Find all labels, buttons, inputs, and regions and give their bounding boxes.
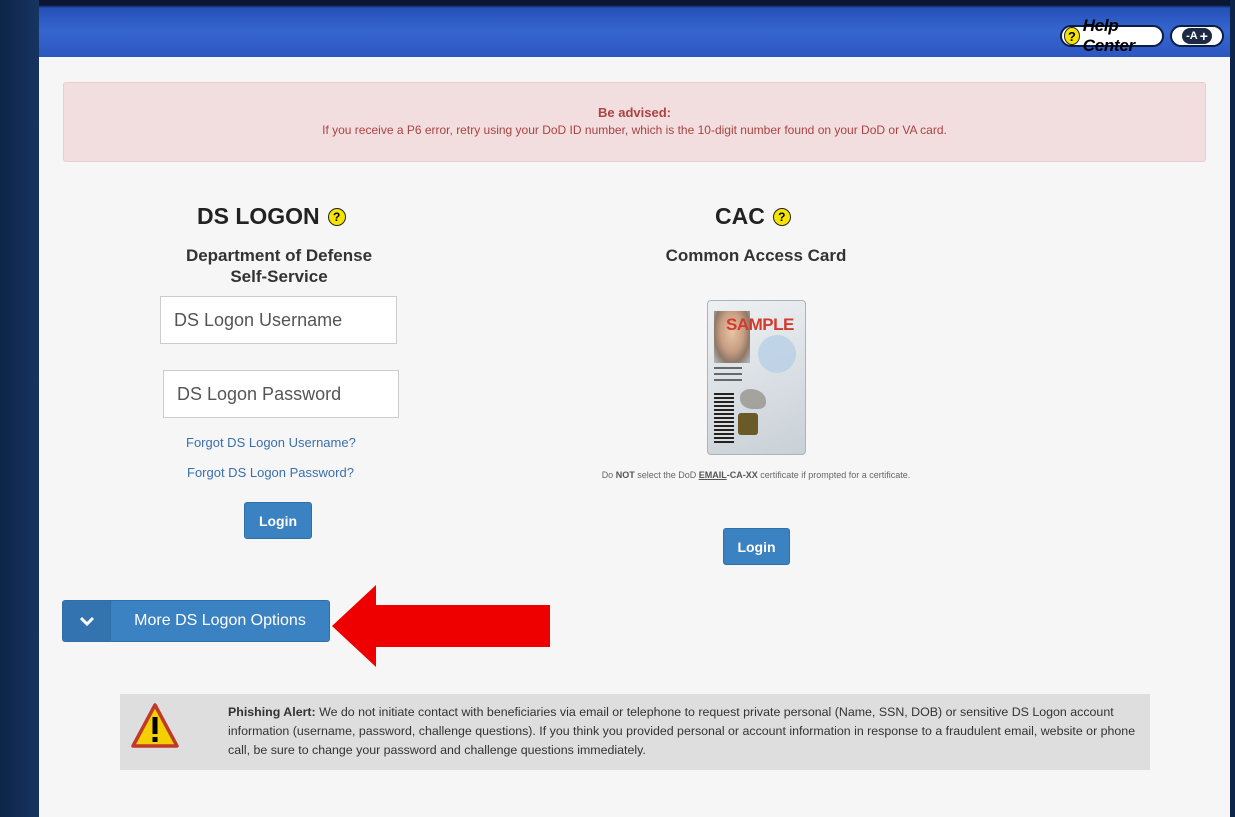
note-prefix: Do bbox=[601, 470, 616, 480]
cac-title: CAC ? bbox=[715, 203, 791, 230]
warning-icon bbox=[131, 703, 179, 748]
advisory-message: If you receive a P6 error, retry using y… bbox=[322, 123, 947, 137]
phishing-alert: Phishing Alert: We do not initiate conta… bbox=[120, 694, 1150, 770]
card-seal bbox=[758, 335, 796, 373]
help-center-button[interactable]: ? Help Center bbox=[1060, 16, 1164, 55]
ds-logon-subtitle-line2: Self-Service bbox=[230, 267, 328, 286]
card-sample-watermark: SAMPLE bbox=[726, 315, 794, 334]
advisory-title: Be advised: bbox=[598, 105, 671, 120]
forgot-password-link[interactable]: Forgot DS Logon Password? bbox=[187, 465, 354, 480]
card-eagle-emblem bbox=[740, 389, 766, 409]
ds-logon-help-icon[interactable]: ? bbox=[327, 207, 346, 226]
top-banner: ? Help Center -A + bbox=[39, 0, 1230, 57]
note-email: EMAIL bbox=[698, 470, 727, 480]
cac-certificate-note: Do NOT select the DoD EMAIL-CA-XX certif… bbox=[529, 470, 983, 480]
ds-logon-subtitle-line1: Department of Defense bbox=[185, 246, 373, 265]
font-size-plus: + bbox=[1199, 28, 1208, 44]
more-ds-logon-options-button[interactable]: More DS Logon Options bbox=[62, 600, 330, 642]
font-size-label: -A bbox=[1186, 30, 1198, 42]
phishing-alert-body: We do not initiate contact with benefici… bbox=[228, 705, 1136, 757]
note-suffix: certificate if prompted for a certificat… bbox=[757, 470, 911, 480]
ds-logon-title: DS LOGON ? bbox=[197, 203, 346, 230]
page-frame: ? Help Center -A + Be advised: If you rec… bbox=[39, 0, 1230, 817]
forgot-username-link[interactable]: Forgot DS Logon Username? bbox=[186, 435, 356, 450]
ds-logon-username-input[interactable] bbox=[160, 296, 397, 344]
card-barcode bbox=[714, 393, 734, 443]
question-icon: ? bbox=[1064, 27, 1080, 45]
ds-logon-login-button[interactable]: Login bbox=[244, 502, 312, 539]
red-arrow-annotation-icon bbox=[332, 585, 550, 667]
cac-card-image: SAMPLE bbox=[707, 300, 806, 455]
phishing-alert-label: Phishing Alert: bbox=[228, 705, 316, 719]
font-size-icon: -A + bbox=[1182, 28, 1212, 44]
chevron-down-icon bbox=[63, 601, 111, 641]
ds-logon-subtitle: Department of Defense Self-Service bbox=[159, 245, 399, 287]
note-mid: select the DoD bbox=[634, 470, 699, 480]
cac-title-text: CAC bbox=[715, 203, 765, 229]
ds-logon-title-text: DS LOGON bbox=[197, 203, 320, 229]
font-size-button[interactable]: -A + bbox=[1170, 25, 1224, 47]
advisory-alert: Be advised: If you receive a P6 error, r… bbox=[63, 82, 1206, 162]
cac-subtitle: Common Access Card bbox=[665, 246, 847, 265]
card-chip bbox=[738, 413, 758, 435]
note-cert: -CA-XX bbox=[726, 470, 758, 480]
help-center-label: Help Center bbox=[1082, 16, 1135, 55]
note-not: NOT bbox=[615, 470, 635, 480]
cac-help-icon[interactable]: ? bbox=[772, 207, 791, 226]
more-options-label: More DS Logon Options bbox=[134, 612, 306, 629]
phishing-alert-text: Phishing Alert: We do not initiate conta… bbox=[228, 703, 1148, 760]
cac-login-button[interactable]: Login bbox=[723, 528, 790, 565]
ds-logon-password-input[interactable] bbox=[163, 370, 399, 418]
card-text-lines bbox=[714, 367, 742, 385]
